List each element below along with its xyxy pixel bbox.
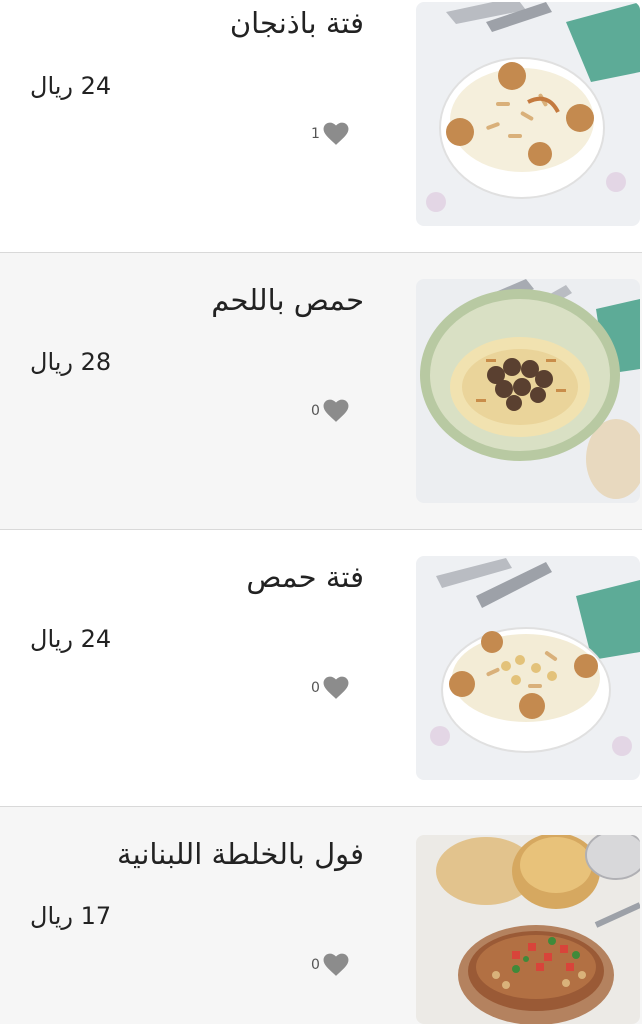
hummus-with-meat-dish-image — [416, 279, 640, 503]
menu-item[interactable]: حمص باللحم 28 ريال 0 — [0, 253, 642, 530]
like-count: 0 — [311, 957, 320, 973]
item-title: فتة حمص — [246, 560, 364, 594]
item-price: 17 ريال — [30, 902, 112, 930]
fatteh-hummus-dish-image — [416, 556, 640, 780]
menu-list: فتة باذنجان 24 ريال 1 حمص باللحم 28 ريال… — [0, 0, 642, 1024]
menu-item[interactable]: فتة حمص 24 ريال 0 — [0, 530, 642, 807]
item-title: فتة باذنجان — [229, 6, 364, 40]
item-price: 24 ريال — [30, 625, 112, 653]
like-count: 0 — [311, 403, 320, 419]
heart-icon — [323, 953, 349, 976]
foul-lebanese-dish-image — [416, 835, 640, 1024]
like-button[interactable]: 0 — [311, 399, 349, 423]
item-title: فول بالخلطة اللبنانية — [117, 837, 364, 871]
heart-icon — [323, 676, 349, 699]
item-price: 28 ريال — [30, 348, 112, 376]
item-title: حمص باللحم — [211, 283, 364, 317]
heart-icon — [323, 122, 349, 145]
menu-item[interactable]: فتة باذنجان 24 ريال 1 — [0, 0, 642, 253]
item-price: 24 ريال — [30, 72, 112, 100]
like-button[interactable]: 1 — [311, 122, 349, 146]
like-count: 1 — [311, 126, 320, 142]
like-button[interactable]: 0 — [311, 953, 349, 977]
menu-item[interactable]: فول بالخلطة اللبنانية 17 ريال 0 — [0, 807, 642, 1024]
like-button[interactable]: 0 — [311, 676, 349, 700]
like-count: 0 — [311, 680, 320, 696]
fatteh-eggplant-dish-image — [416, 2, 640, 226]
heart-icon — [323, 399, 349, 422]
